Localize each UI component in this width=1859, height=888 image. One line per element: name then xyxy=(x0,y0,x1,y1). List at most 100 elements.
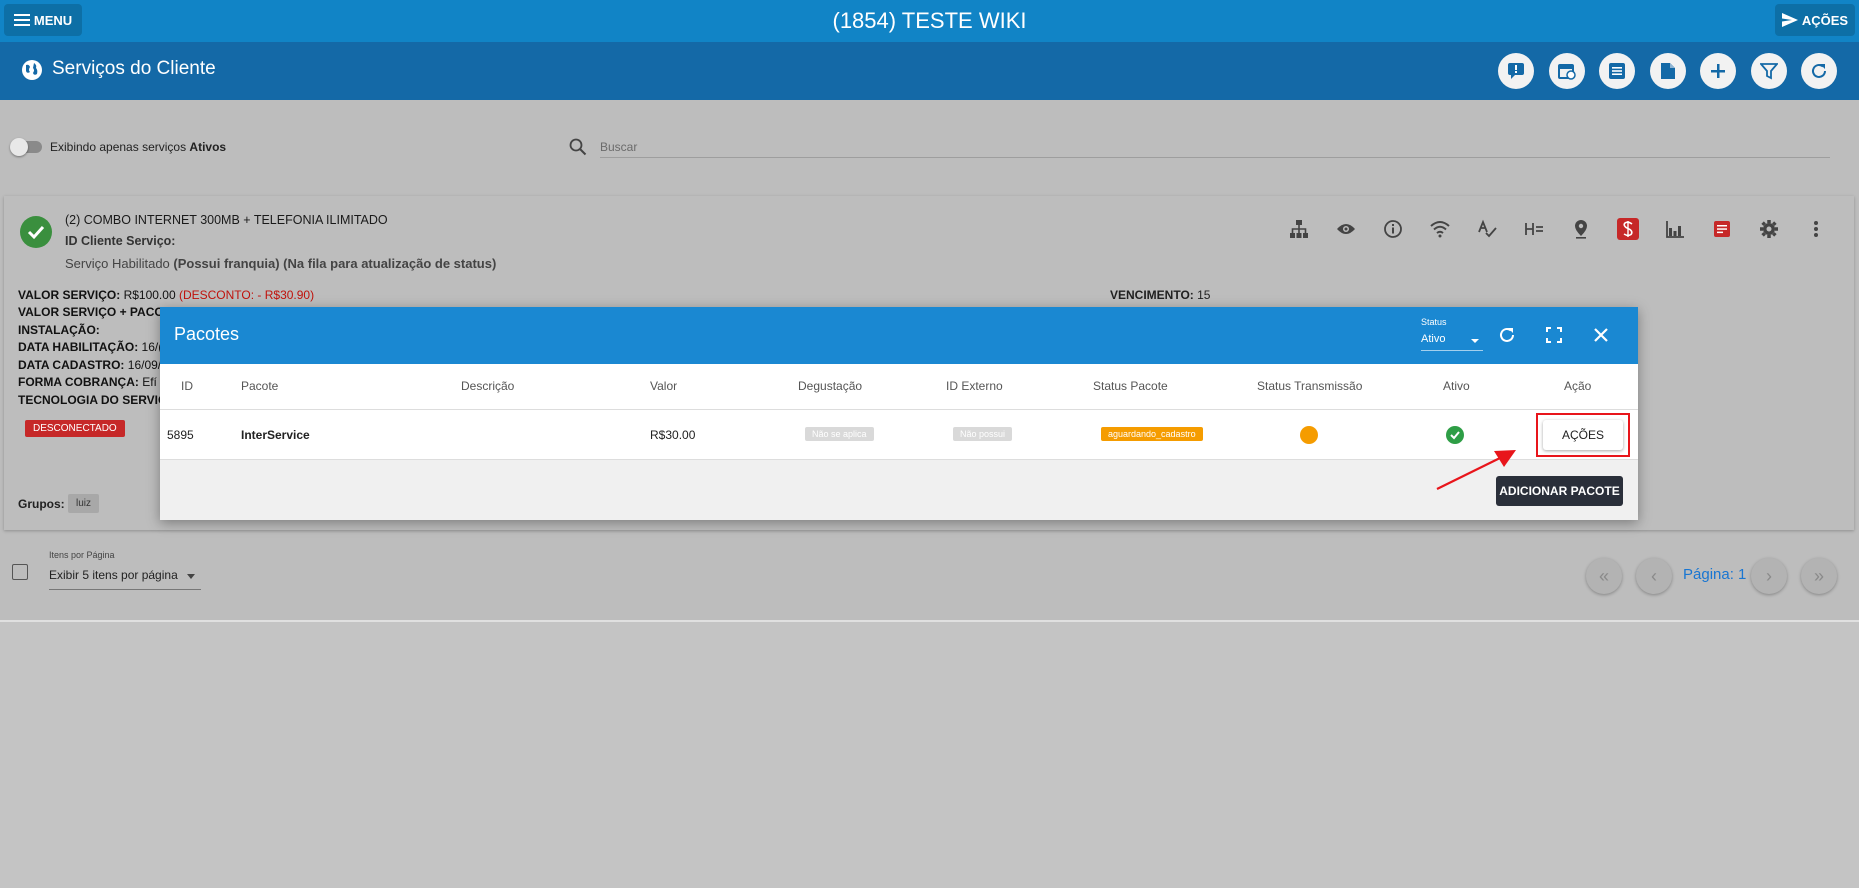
transmission-status-dot xyxy=(1300,426,1318,444)
refresh-button[interactable] xyxy=(1801,53,1837,89)
grupos-label: Grupos: xyxy=(18,497,65,511)
first-page-button[interactable]: « xyxy=(1586,558,1622,594)
network-tree-button[interactable] xyxy=(1288,218,1310,240)
settings-button[interactable] xyxy=(1758,218,1780,240)
more-vertical-icon xyxy=(1814,221,1818,237)
more-options-button[interactable] xyxy=(1805,218,1827,240)
col-descricao: Descrição xyxy=(461,379,515,393)
info-data-habilitacao: DATA HABILITAÇÃO: 16/( xyxy=(18,340,162,354)
info-value: 16/( xyxy=(138,340,163,354)
view-button[interactable] xyxy=(1335,218,1357,240)
empty-area xyxy=(0,622,1859,888)
calendar-button[interactable] xyxy=(1549,53,1585,89)
col-degustacao: Degustação xyxy=(798,379,863,393)
notes-button[interactable] xyxy=(1711,218,1733,240)
modal-title: Pacotes xyxy=(174,324,240,344)
add-button[interactable] xyxy=(1700,53,1736,89)
notes-icon xyxy=(1714,221,1730,237)
modal-refresh-button[interactable] xyxy=(1496,324,1518,346)
double-chevron-right-icon: » xyxy=(1813,565,1824,586)
info-label: FORMA COBRANÇA: xyxy=(18,375,139,389)
cell-id: 5895 xyxy=(167,428,194,442)
document-button[interactable] xyxy=(1650,53,1686,89)
annotation-arrow-icon xyxy=(1436,450,1516,490)
col-status-transmissao: Status Transmissão xyxy=(1257,379,1363,393)
items-per-page-value: Exibir 5 itens por página xyxy=(49,568,178,582)
modal-fullscreen-button[interactable] xyxy=(1543,324,1565,346)
eye-icon xyxy=(1337,224,1355,234)
filter-button[interactable] xyxy=(1751,53,1787,89)
prev-page-button[interactable]: ‹ xyxy=(1636,558,1672,594)
refresh-icon xyxy=(1812,63,1826,78)
col-pacote: Pacote xyxy=(241,379,279,393)
items-per-page-select[interactable]: Exibir 5 itens por página xyxy=(49,568,201,590)
cell-id-externo-pill: Não possui xyxy=(953,427,1013,441)
row-acoes-button[interactable]: AÇÕES xyxy=(1543,420,1623,450)
service-id: ID Cliente Serviço: xyxy=(65,234,175,248)
billing-button[interactable] xyxy=(1617,218,1639,240)
location-button[interactable] xyxy=(1570,218,1592,240)
info-label: VALOR SERVIÇO + PACOT xyxy=(18,305,172,319)
info-discount: (DESCONTO: - R$30.90) xyxy=(178,288,315,302)
chart-button[interactable] xyxy=(1664,218,1686,240)
info-value: 16/09/ xyxy=(124,358,162,372)
wifi-icon xyxy=(1430,221,1450,238)
info-forma-cobranca: FORMA COBRANÇA: Efí - xyxy=(18,375,164,389)
calendar-clock-icon xyxy=(1558,64,1576,80)
items-per-page-label: Itens por Página xyxy=(49,550,115,560)
app-title: (1854) TESTE WIKI xyxy=(832,8,1027,33)
spellcheck-icon xyxy=(1478,219,1497,238)
pacotes-modal: Pacotes Status Ativo ID Pacote Descrição… xyxy=(160,307,1638,520)
last-page-button[interactable]: » xyxy=(1801,558,1837,594)
info-instalacao: INSTALAÇÃO: xyxy=(18,323,100,337)
col-valor: Valor xyxy=(650,379,678,393)
spellcheck-button[interactable] xyxy=(1476,218,1498,240)
info-valor-servico: VALOR SERVIÇO: R$100.00 (DESCONTO: - R$3… xyxy=(18,288,314,302)
close-icon xyxy=(1594,328,1608,342)
service-status: Serviço Habilitado (Possui franquia) (Na… xyxy=(65,256,496,271)
toggle-label-bold: Ativos xyxy=(189,140,227,154)
double-chevron-left-icon: « xyxy=(1598,565,1609,586)
pacotes-table-header: ID Pacote Descrição Valor Degustação ID … xyxy=(160,364,1638,410)
modal-close-button[interactable] xyxy=(1590,324,1612,346)
info-button[interactable] xyxy=(1382,218,1404,240)
top-bar: MENU (1854) TESTE WIKI AÇÕES xyxy=(0,0,1859,42)
col-status-pacote: Status Pacote xyxy=(1093,379,1168,393)
status-filter-select[interactable]: Ativo xyxy=(1421,333,1483,351)
cell-valor: R$30.00 xyxy=(650,428,696,442)
vencimento-value: 15 xyxy=(1193,288,1211,302)
info-vencimento: VENCIMENTO: 15 xyxy=(1110,288,1210,302)
list-button[interactable] xyxy=(1599,53,1635,89)
document-icon xyxy=(1661,63,1675,79)
page-indicator: Página: 1 xyxy=(1683,566,1747,583)
active-services-toggle[interactable] xyxy=(10,138,42,156)
chevron-left-icon: ‹ xyxy=(1651,565,1657,586)
col-id-externo: ID Externo xyxy=(946,379,1003,393)
info-data-cadastro: DATA CADASTRO: 16/09/ xyxy=(18,358,161,372)
cell-status-pacote-pill: aguardando_cadastro xyxy=(1101,427,1203,441)
cell-degustacao-pill: Não se aplica xyxy=(805,427,874,441)
heading-button[interactable] xyxy=(1523,218,1545,240)
section-title: Serviços do Cliente xyxy=(52,58,216,79)
bar-chart-icon xyxy=(1666,221,1684,238)
alert-message-icon xyxy=(1508,63,1524,79)
heading-equals-icon xyxy=(1525,223,1543,235)
service-status-bold: (Possui franquia) (Na fila para atualiza… xyxy=(173,256,497,271)
select-all-checkbox[interactable] xyxy=(12,564,28,580)
info-valor-pacote: VALOR SERVIÇO + PACOT xyxy=(18,305,171,319)
service-status-prefix: Serviço Habilitado xyxy=(65,256,174,271)
alert-message-button[interactable] xyxy=(1498,53,1534,89)
info-label: DATA HABILITAÇÃO: xyxy=(18,340,139,354)
section-header: Serviços do Cliente xyxy=(0,42,1859,100)
col-id: ID xyxy=(181,379,193,393)
info-label: TECNOLOGIA DO SERVIÇ xyxy=(18,393,167,407)
wifi-button[interactable] xyxy=(1429,218,1451,240)
ativo-check-icon xyxy=(1446,426,1464,444)
top-acoes-button[interactable]: AÇÕES xyxy=(1775,4,1855,36)
globe-icon xyxy=(22,60,42,80)
next-page-button[interactable]: › xyxy=(1751,558,1787,594)
send-icon xyxy=(1781,13,1798,27)
search-input[interactable] xyxy=(600,136,1830,158)
info-value: R$100.00 xyxy=(120,288,179,302)
toggle-label: Exibindo apenas serviços Ativos xyxy=(50,140,226,154)
